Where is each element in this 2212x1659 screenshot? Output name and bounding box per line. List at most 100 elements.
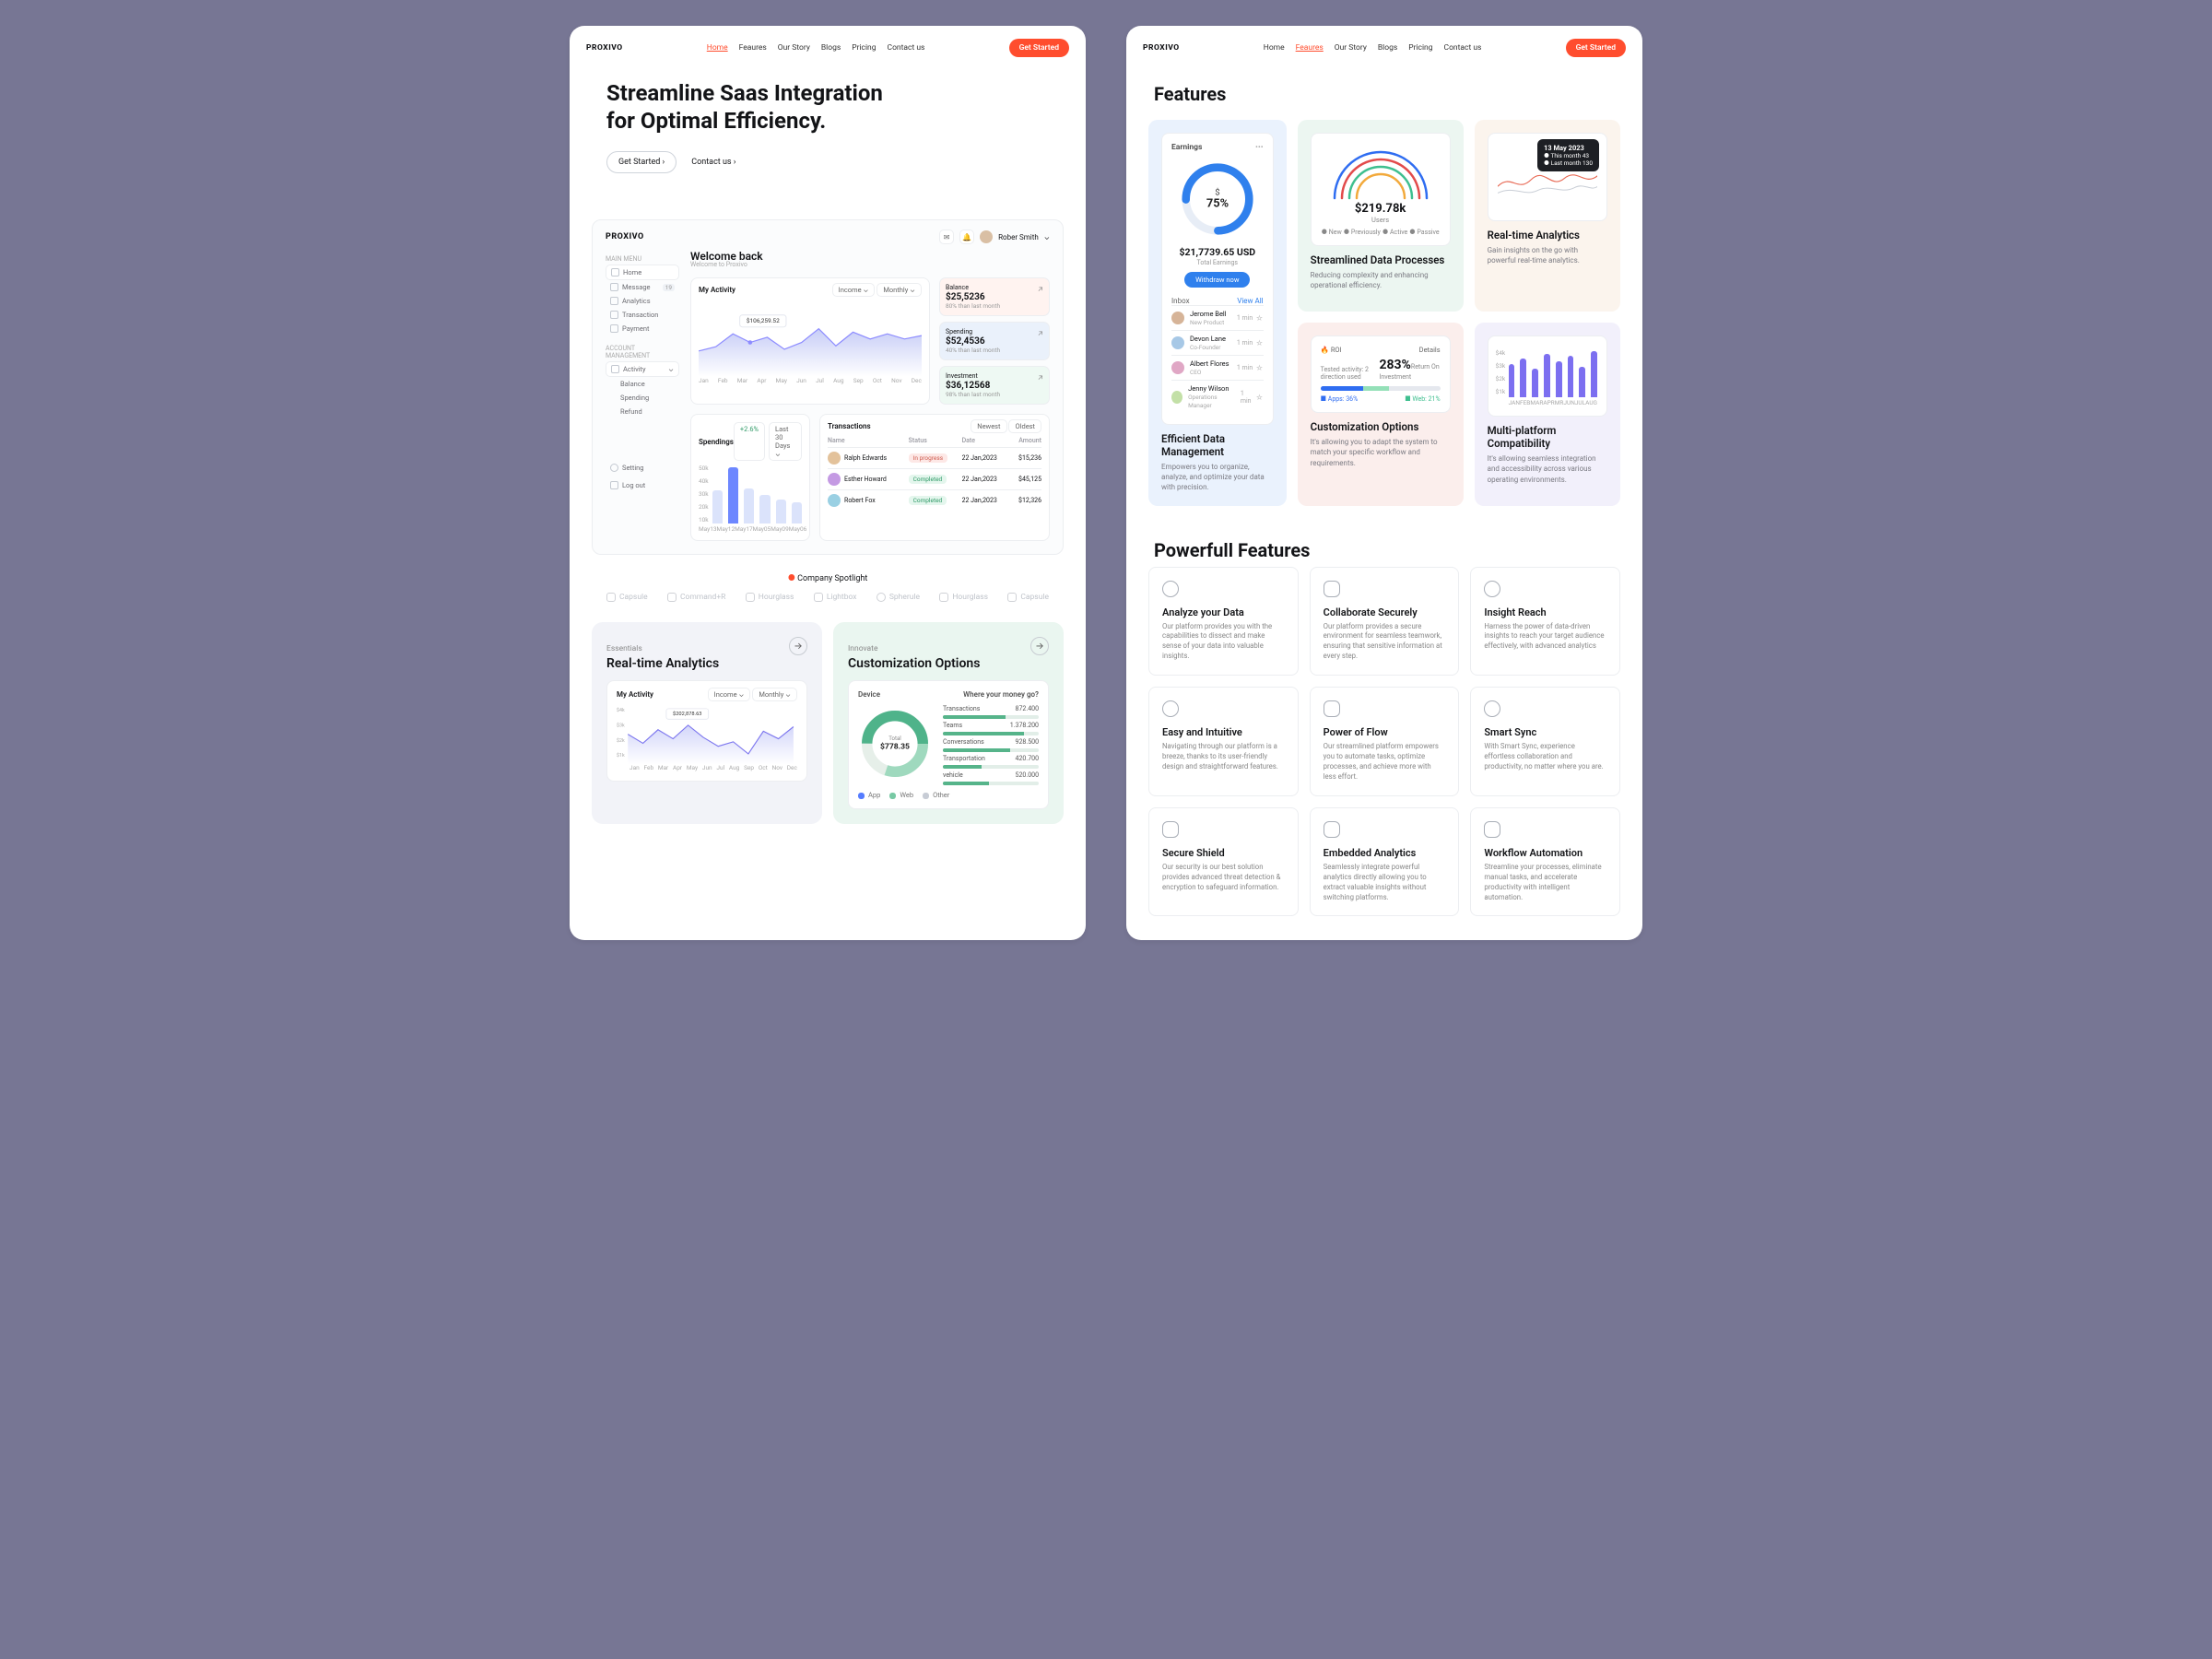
- capsule-icon: [1007, 593, 1017, 602]
- chart-icon: [1324, 821, 1340, 838]
- filter-select[interactable]: Last 30 Days ⌄: [769, 422, 802, 461]
- bulb-icon: [1162, 700, 1179, 717]
- command-icon: [667, 593, 677, 602]
- pf-card: Collaborate SecurelyOur platform provide…: [1310, 567, 1460, 677]
- pf-card: Analyze your DataOur platform provides y…: [1148, 567, 1299, 677]
- lightbox-icon: [814, 593, 823, 602]
- user-name[interactable]: Rober Smith: [998, 233, 1039, 241]
- details-link[interactable]: Details: [1419, 346, 1441, 354]
- oldest-tab[interactable]: Oldest: [1008, 419, 1041, 433]
- get-started-button[interactable]: Get Started: [1009, 39, 1069, 57]
- kpi-balance[interactable]: ↗Balance$25,523680% than last month: [939, 277, 1050, 316]
- more-icon[interactable]: •••: [1255, 143, 1264, 152]
- chevron-down-icon: ⌄: [668, 365, 674, 373]
- hourglass-icon: [746, 593, 755, 602]
- target-icon: [1484, 581, 1500, 597]
- nav-features[interactable]: Feaures: [739, 43, 767, 53]
- bell-icon[interactable]: 🔔: [959, 229, 974, 244]
- logo-item: Hourglass: [939, 593, 988, 602]
- nav-pricing[interactable]: Pricing: [1408, 43, 1432, 53]
- nav-story[interactable]: Our Story: [1335, 43, 1367, 53]
- chevron-down-icon[interactable]: ⌄: [1044, 232, 1050, 241]
- arrow-icon[interactable]: →: [789, 637, 807, 655]
- svg-text:$2k: $2k: [617, 737, 625, 744]
- nav-blogs[interactable]: Blogs: [821, 43, 841, 53]
- inbox-row[interactable]: Devon LaneCo-Founder1 min☆: [1171, 330, 1264, 355]
- arrow-icon: ↗: [1038, 328, 1043, 337]
- svg-text:$3k: $3k: [617, 722, 625, 728]
- star-icon: ☆: [1255, 313, 1263, 323]
- inbox-row[interactable]: Jerome BellNew Product1 min☆: [1171, 305, 1264, 330]
- side-transaction[interactable]: Transaction: [606, 308, 679, 322]
- arrow-icon: ↗: [1038, 372, 1043, 382]
- capsule-icon: [606, 593, 616, 602]
- logout-icon: [610, 481, 618, 489]
- income-select[interactable]: Income ⌄: [832, 283, 876, 297]
- get-started-button[interactable]: Get Started: [1566, 39, 1626, 57]
- side-message[interactable]: Message19: [606, 280, 679, 294]
- arrow-icon[interactable]: →: [1030, 637, 1049, 655]
- income-select[interactable]: Income ⌄: [708, 688, 751, 701]
- module-customization: → Innovate Customization Options Device …: [833, 622, 1064, 824]
- pf-card: Secure ShieldOur security is our best so…: [1148, 807, 1299, 917]
- logo-item: Lightbox: [814, 593, 857, 602]
- view-all-link[interactable]: View All: [1237, 297, 1263, 305]
- nav-links: Home Feaures Our Story Blogs Pricing Con…: [707, 43, 925, 53]
- arrow-icon: ↗: [1038, 284, 1043, 293]
- avatar[interactable]: [980, 230, 993, 243]
- side-logout[interactable]: Log out: [606, 478, 679, 492]
- svg-text:$4k: $4k: [617, 707, 625, 713]
- analytics-icon: [610, 297, 618, 305]
- hero-contact-link[interactable]: Contact us ›: [691, 158, 735, 167]
- inbox-row[interactable]: Albert FloresCEO1 min☆: [1171, 355, 1264, 380]
- kpi-column: ↗Balance$25,523680% than last month ↗Spe…: [939, 277, 1050, 405]
- side-spending[interactable]: Spending: [606, 391, 679, 405]
- nav-contact[interactable]: Contact us: [1444, 43, 1482, 53]
- pf-card: Workflow AutomationStreamline your proce…: [1470, 807, 1620, 917]
- kpi-investment[interactable]: ↗Investment$36,1256898% than last month: [939, 366, 1050, 405]
- pf-card: Embedded AnalyticsSeamlessly integrate p…: [1310, 807, 1460, 917]
- nav-story[interactable]: Our Story: [778, 43, 810, 53]
- earnings-donut: $ 75%: [1176, 158, 1259, 241]
- nav-home[interactable]: Home: [1264, 43, 1285, 53]
- realtime-chart: $4k$3k$2k$1k $202,878.63: [617, 704, 797, 764]
- nav-blogs[interactable]: Blogs: [1378, 43, 1397, 53]
- features-heading: Features: [1126, 70, 1642, 111]
- monthly-select[interactable]: Monthly ⌄: [752, 688, 797, 701]
- dashboard-preview: PROXIVO ✉ 🔔 Rober Smith ⌄ MAIN MENU Home…: [592, 219, 1064, 555]
- logo-item: Hourglass: [746, 593, 794, 602]
- svg-text:$106,259.52: $106,259.52: [747, 317, 780, 324]
- nav-pricing[interactable]: Pricing: [852, 43, 876, 53]
- shield-icon: [1324, 581, 1340, 597]
- side-activity[interactable]: Activity⌄: [606, 361, 679, 377]
- side-refund[interactable]: Refund: [606, 405, 679, 418]
- side-analytics[interactable]: Analytics: [606, 294, 679, 308]
- hero-get-started-button[interactable]: Get Started ›: [606, 151, 677, 173]
- inbox-row[interactable]: Jenny WilsonOperations Manager1 min☆: [1171, 380, 1264, 413]
- mail-icon[interactable]: ✉: [939, 229, 954, 244]
- table-row[interactable]: Robert FoxCompleted22 Jan,2023$12,326: [828, 490, 1041, 512]
- module-realtime: → Essentials Real-time Analytics My Acti…: [592, 622, 822, 824]
- brand-logo: PROXIVO: [586, 43, 623, 53]
- activity-icon: [611, 365, 619, 373]
- flow-icon: [1324, 700, 1340, 717]
- cog-icon: [1484, 821, 1500, 838]
- side-balance[interactable]: Balance: [606, 377, 679, 391]
- table-row[interactable]: Ralph EdwardsIn progress22 Jan,2023$15,2…: [828, 448, 1041, 469]
- side-payment[interactable]: Payment: [606, 322, 679, 335]
- side-home[interactable]: Home: [606, 265, 679, 280]
- nav-home[interactable]: Home: [707, 43, 728, 53]
- kpi-spending[interactable]: ↗Spending$52,453640% than last month: [939, 322, 1050, 360]
- withdraw-button[interactable]: Withdraw now: [1184, 272, 1250, 288]
- nav-features[interactable]: Feaures: [1296, 43, 1324, 53]
- feature-multiplatform: $4k$3k$2k$1k JANFEBMARAPRMRJUNJULAUG Mul…: [1475, 323, 1620, 505]
- side-setting[interactable]: Setting: [606, 461, 679, 475]
- newest-tab[interactable]: Newest: [971, 419, 1006, 433]
- monthly-select[interactable]: Monthly ⌄: [877, 283, 922, 297]
- feature-streamlined: $219.78k Users ● New● Previously● Active…: [1298, 120, 1464, 312]
- top-nav: PROXIVO Home Feaures Our Story Blogs Pri…: [1126, 26, 1642, 70]
- sync-icon: [1484, 700, 1500, 717]
- nav-contact[interactable]: Contact us: [888, 43, 925, 53]
- table-row[interactable]: Esther HowardCompleted22 Jan,2023$45,125: [828, 469, 1041, 490]
- delta-pill: +2.6%: [734, 422, 765, 461]
